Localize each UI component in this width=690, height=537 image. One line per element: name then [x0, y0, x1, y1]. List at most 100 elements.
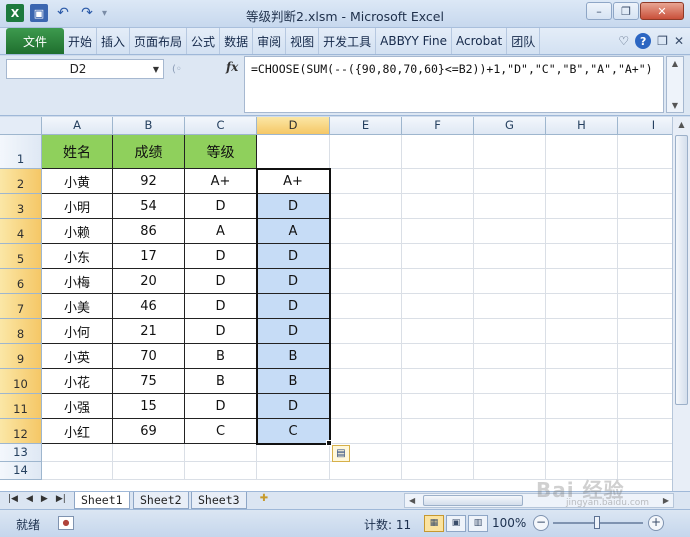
cell-g7[interactable] [474, 294, 546, 319]
cell-e10[interactable] [330, 369, 402, 394]
select-all-corner[interactable] [0, 117, 42, 135]
cell-a14[interactable] [42, 462, 113, 480]
tab-data[interactable]: 数据 [220, 28, 254, 54]
minimize-button[interactable]: – [586, 2, 612, 20]
cell-e7[interactable] [330, 294, 402, 319]
tab-abbyy[interactable]: ABBYY Fine [376, 28, 452, 54]
cell-g4[interactable] [474, 219, 546, 244]
cell-f9[interactable] [402, 344, 474, 369]
cell-c13[interactable] [185, 444, 257, 462]
insert-function-icon[interactable]: fx [226, 60, 238, 74]
close-button[interactable]: ✕ [640, 2, 684, 20]
column-header-g[interactable]: G [474, 117, 546, 135]
auto-fill-options-icon[interactable]: ▤ [332, 445, 350, 462]
help-icon[interactable]: ? [635, 33, 652, 49]
zoom-level[interactable]: 100% [492, 516, 526, 530]
tab-formulas[interactable]: 公式 [187, 28, 221, 54]
cell-a4[interactable]: 小赖 [42, 219, 113, 244]
cell-b10[interactable]: 75 [113, 369, 185, 394]
insert-sheet-icon[interactable]: ✚ [255, 493, 273, 508]
column-header-c[interactable]: C [185, 117, 257, 135]
minimize-ribbon-icon[interactable]: ♡ [618, 34, 629, 48]
cell-g8[interactable] [474, 319, 546, 344]
cell-c8[interactable]: D [185, 319, 257, 344]
cell-b7[interactable]: 46 [113, 294, 185, 319]
cell-d13[interactable] [257, 444, 330, 462]
cell-b13[interactable] [113, 444, 185, 462]
row-header-4[interactable]: 4 [0, 219, 42, 244]
sheet-tab-1[interactable]: Sheet1 [74, 492, 130, 509]
tab-developer[interactable]: 开发工具 [319, 28, 377, 54]
row-header-3[interactable]: 3 [0, 194, 42, 219]
vertical-scrollbar[interactable]: ▲ [672, 117, 690, 491]
tab-file[interactable]: 文件 [6, 28, 64, 54]
cell-d2[interactable]: A+ [257, 169, 330, 194]
cell-b8[interactable]: 21 [113, 319, 185, 344]
cell-f4[interactable] [402, 219, 474, 244]
next-sheet-icon[interactable]: ▶ [41, 494, 48, 504]
cell-f5[interactable] [402, 244, 474, 269]
cell-a12[interactable]: 小红 [42, 419, 113, 444]
restore-button[interactable]: ❐ [613, 2, 639, 20]
cell-d6[interactable]: D [257, 269, 330, 294]
cell-b5[interactable]: 17 [113, 244, 185, 269]
cell-d14[interactable] [257, 462, 330, 480]
page-layout-view-icon[interactable]: ▣ [446, 515, 466, 532]
cell-h2[interactable] [546, 169, 618, 194]
cell-a11[interactable]: 小强 [42, 394, 113, 419]
sheet-tab-2[interactable]: Sheet2 [133, 492, 189, 509]
cell-g9[interactable] [474, 344, 546, 369]
page-break-view-icon[interactable]: ▥ [468, 515, 488, 532]
cell-f6[interactable] [402, 269, 474, 294]
row-header-9[interactable]: 9 [0, 344, 42, 369]
column-header-e[interactable]: E [330, 117, 402, 135]
cell-e1[interactable] [330, 135, 402, 169]
cell-f11[interactable] [402, 394, 474, 419]
cell-f14[interactable] [402, 462, 474, 480]
scroll-left-icon[interactable]: ◀ [409, 494, 415, 508]
cell-f7[interactable] [402, 294, 474, 319]
namebox-resize-icon[interactable]: (◦ [172, 64, 182, 75]
cell-b6[interactable]: 20 [113, 269, 185, 294]
cell-b14[interactable] [113, 462, 185, 480]
tab-page-layout[interactable]: 页面布局 [130, 28, 188, 54]
cell-a9[interactable]: 小英 [42, 344, 113, 369]
cell-d11[interactable]: D [257, 394, 330, 419]
cell-h6[interactable] [546, 269, 618, 294]
header-cell-a1[interactable]: 姓名 [42, 135, 113, 169]
tab-view[interactable]: 视图 [286, 28, 320, 54]
column-header-b[interactable]: B [113, 117, 185, 135]
cell-c3[interactable]: D [185, 194, 257, 219]
cell-c10[interactable]: B [185, 369, 257, 394]
header-cell-c1[interactable]: 等级 [185, 135, 257, 169]
cell-c9[interactable]: B [185, 344, 257, 369]
cell-a10[interactable]: 小花 [42, 369, 113, 394]
row-header-10[interactable]: 10 [0, 369, 42, 394]
cell-h11[interactable] [546, 394, 618, 419]
zoom-out-icon[interactable]: − [533, 515, 549, 531]
cell-c4[interactable]: A [185, 219, 257, 244]
cell-d4[interactable]: A [257, 219, 330, 244]
worksheet-grid[interactable]: ABCDEFGHI 1 2 3 4 5 6 7 8 9 10 11 12 13 14 姓名 成绩 等级 小黄 92… [0, 117, 690, 491]
cell-c12[interactable]: C [185, 419, 257, 444]
scroll-up-icon[interactable]: ▲ [673, 117, 690, 133]
normal-view-icon[interactable]: ▦ [424, 515, 444, 532]
horizontal-scroll-thumb[interactable] [423, 495, 523, 506]
workbook-close-icon[interactable]: ✕ [674, 34, 684, 48]
cell-f1[interactable] [402, 135, 474, 169]
cell-a13[interactable] [42, 444, 113, 462]
row-header-6[interactable]: 6 [0, 269, 42, 294]
cell-d8[interactable]: D [257, 319, 330, 344]
cell-b9[interactable]: 70 [113, 344, 185, 369]
row-header-11[interactable]: 11 [0, 394, 42, 419]
first-sheet-icon[interactable]: |◀ [8, 494, 18, 504]
tab-acrobat[interactable]: Acrobat [452, 28, 508, 54]
cell-e12[interactable] [330, 419, 402, 444]
cell-d7[interactable]: D [257, 294, 330, 319]
cell-e9[interactable] [330, 344, 402, 369]
scroll-right-icon[interactable]: ▶ [663, 494, 669, 508]
column-header-a[interactable]: A [42, 117, 113, 135]
cell-h4[interactable] [546, 219, 618, 244]
cell-a7[interactable]: 小美 [42, 294, 113, 319]
cell-g1[interactable] [474, 135, 546, 169]
